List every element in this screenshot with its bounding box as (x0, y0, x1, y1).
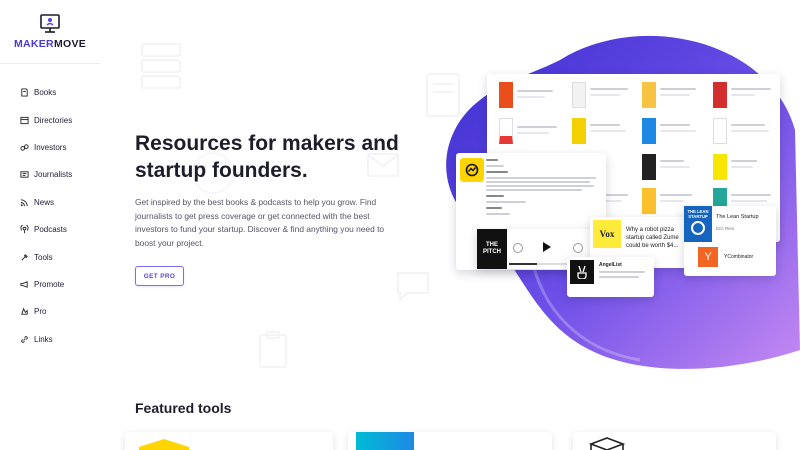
book-icon (18, 87, 30, 99)
podcast-icon (18, 224, 30, 236)
book-tile (499, 80, 565, 113)
sidebar: MAKERMOVE Books Directories Investors Jo… (0, 0, 100, 450)
book-tile (499, 116, 565, 149)
sidebar-item-promote[interactable]: Promote (18, 271, 72, 298)
directory-icon (18, 114, 30, 126)
server-icon (141, 43, 181, 89)
tools-icon (18, 251, 30, 263)
investor-card: AngelList (567, 257, 654, 297)
sidebar-item-label: Tools (34, 252, 53, 262)
sidebar-item-links[interactable]: Links (18, 326, 72, 353)
get-pro-button[interactable]: GET PRO (135, 266, 184, 286)
sidebar-item-label: News (34, 197, 55, 207)
sidebar-item-label: Books (34, 88, 57, 98)
book-tile (713, 80, 779, 113)
forward-icon[interactable] (573, 243, 583, 253)
rewind-icon[interactable] (513, 243, 523, 253)
sidebar-divider (0, 63, 100, 64)
vox-logo: Vox (593, 220, 621, 248)
megaphone-icon (18, 278, 30, 290)
sidebar-item-directories[interactable]: Directories (18, 106, 72, 133)
lean-cover-text: THE LEAN STARTUP (687, 209, 709, 219)
book-highlight-card: THE LEAN STARTUP The Lean Startup Eric R… (684, 206, 776, 276)
tool-card[interactable] (573, 432, 776, 450)
journalist-icon (18, 169, 30, 181)
sidebar-item-journalists[interactable]: Journalists (18, 161, 72, 188)
book-tile (713, 116, 779, 149)
book-tile (572, 116, 638, 149)
hero-subtitle: Get inspired by the best books & podcast… (135, 197, 385, 248)
logo[interactable]: MAKERMOVE (0, 12, 100, 50)
book-title[interactable]: The Lean Startup (716, 214, 759, 220)
lean-startup-cover: THE LEAN STARTUP (684, 206, 712, 242)
ycombinator-name[interactable]: YCombinator (724, 254, 753, 260)
logo-icon (39, 12, 61, 34)
sidebar-item-investors[interactable]: Investors (18, 134, 72, 161)
rss-icon (18, 196, 30, 208)
investor-name: AngelList (599, 262, 622, 268)
sidebar-item-podcasts[interactable]: Podcasts (18, 216, 72, 243)
sidebar-item-label: Pro (34, 307, 47, 317)
directory-logo-icon (460, 158, 484, 182)
sidebar-item-label: Links (34, 334, 53, 344)
pro-icon (18, 306, 30, 318)
sidebar-item-label: Investors (34, 142, 67, 152)
brand-part2: MOVE (53, 38, 87, 50)
ycombinator-logo: Y (698, 247, 718, 267)
angellist-icon (570, 260, 594, 284)
play-icon[interactable] (543, 242, 551, 252)
tool-card[interactable] (125, 432, 333, 450)
clipboard-icon (259, 331, 287, 368)
link-icon (18, 333, 30, 345)
sidebar-item-pro[interactable]: Pro (18, 298, 72, 325)
sidebar-item-books[interactable]: Books (18, 79, 72, 106)
book-tile (642, 80, 708, 113)
book-tile (713, 152, 779, 185)
sidebar-item-label: Journalists (34, 170, 73, 180)
book-tile (572, 80, 638, 113)
investor-icon (18, 141, 30, 153)
sidebar-item-news[interactable]: News (18, 189, 72, 216)
tool-card[interactable] (348, 432, 552, 450)
box-icon (588, 437, 626, 450)
news-headline[interactable]: Why a robot pizza startup called Zume co… (626, 226, 688, 250)
tool-logo (356, 432, 414, 450)
book-author: Eric Ries (716, 226, 735, 231)
book-tile (642, 152, 708, 185)
brand-part1: MAKER (13, 38, 54, 50)
tool-logo (139, 439, 189, 450)
featured-tools-title: Featured tools (135, 400, 232, 416)
pitch-cover: THE PITCH (477, 229, 507, 269)
book-tile (642, 116, 708, 149)
sidebar-nav: Books Directories Investors Journalists … (18, 79, 72, 353)
hero-title: Resources for makers and startup founder… (135, 132, 399, 182)
sidebar-item-label: Directories (34, 115, 73, 125)
sidebar-item-label: Promote (34, 279, 65, 289)
sidebar-item-label: Podcasts (34, 225, 67, 235)
logo-text: MAKERMOVE (0, 38, 100, 50)
sidebar-item-tools[interactable]: Tools (18, 243, 72, 270)
